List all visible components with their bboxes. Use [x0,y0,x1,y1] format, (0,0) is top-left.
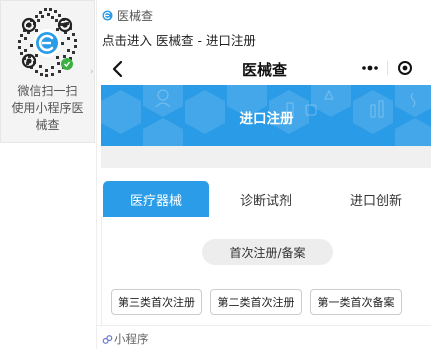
footer-label: 小程序 [114,332,149,346]
class-one-filing-button[interactable]: 第一类首次备案 [310,289,402,315]
class-three-registration-button[interactable]: 第三类首次注册 [111,289,202,315]
category-tabs: 医疗器械 诊断试剂 进口创新 [101,181,431,217]
close-button[interactable] [388,56,422,80]
mini-program-icon [102,334,113,344]
target-close-icon [398,61,412,75]
share-card-root: 微信扫一扫 使用小程序医 械查 › 医械查 点击进入 医械查 - 进口注册 医械… [0,0,431,349]
card-subtitle: 点击进入 医械查 - 进口注册 [102,33,256,48]
brand-row: 医械查 [102,7,153,23]
mini-program-card[interactable]: 医械查 点击进入 医械查 - 进口注册 医械查 进口注册 医疗器械 诊断试剂 进… [96,0,431,349]
page-banner: 进口注册 [101,85,431,146]
brand-name: 医械查 [117,8,154,23]
chevron-right-icon: › [90,67,94,77]
class-two-registration-button[interactable]: 第二类首次注册 [210,289,302,315]
tab-import-innovation[interactable]: 进口创新 [323,181,429,217]
card-footer: 小程序 [97,325,431,349]
brand-logo-icon [102,9,113,21]
footer-row: 小程序 [102,331,149,347]
first-registration-filter-button[interactable]: 首次注册/备案 [202,239,333,265]
more-button[interactable] [352,56,387,80]
mini-program-header: 医械查 [97,53,431,85]
tab-diagnostic-reagents[interactable]: 诊断试剂 [213,181,319,217]
tab-medical-devices[interactable]: 医疗器械 [103,181,209,217]
banner-spacer [101,146,431,168]
qr-code-panel[interactable]: 微信扫一扫 使用小程序医 械查 › [0,0,95,143]
qr-caption-line-1: 微信扫一扫 [17,84,78,98]
qr-caption-line-3: 械查 [35,118,60,132]
capsule-menu [352,56,422,80]
banner-title: 进口注册 [239,111,294,127]
mini-program-qr-code [11,7,83,79]
more-dots-icon [361,65,378,71]
tab-content: 首次注册/备案 第三类首次注册 第二类首次注册 第一类首次备案 [101,217,431,325]
qr-caption: 微信扫一扫 使用小程序医 械查 [3,83,92,134]
qr-caption-line-2: 使用小程序医 [11,101,84,115]
